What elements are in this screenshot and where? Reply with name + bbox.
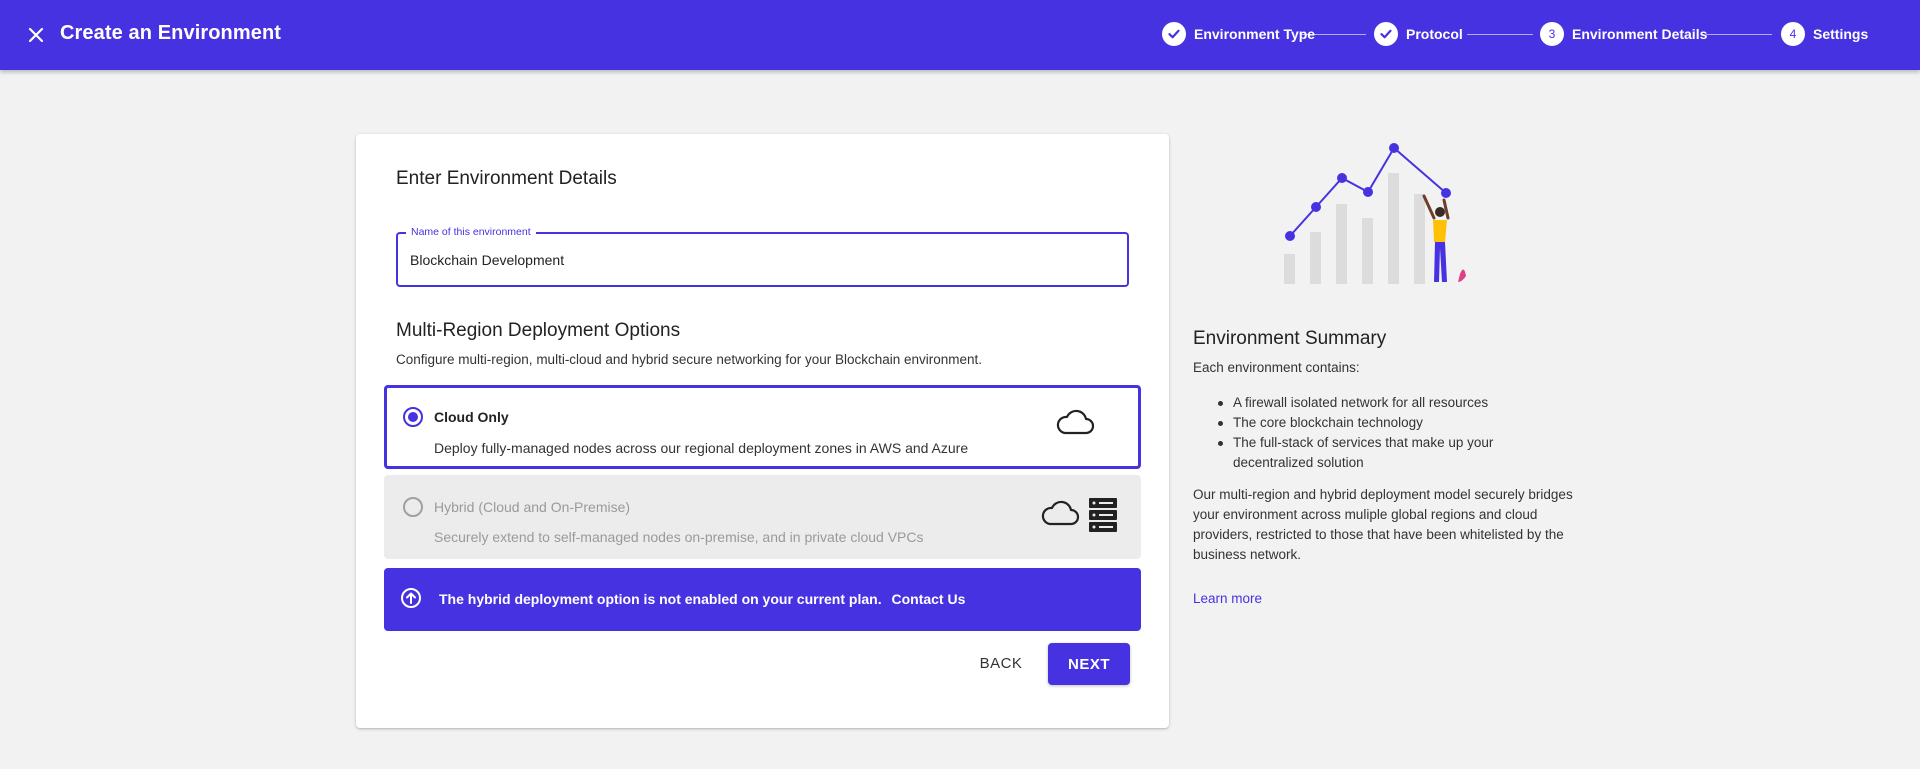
option-cloud-only[interactable]: Cloud Only Deploy fully-managed nodes ac… <box>384 385 1141 469</box>
cloud-icon <box>1040 499 1080 532</box>
option-title: Cloud Only <box>434 409 509 425</box>
step-label: Settings <box>1813 26 1869 42</box>
list-item: The full-stack of services that make up … <box>1193 433 1573 473</box>
learn-more-link[interactable]: Learn more <box>1193 591 1262 606</box>
list-item: The core blockchain technology <box>1193 413 1573 433</box>
step-settings[interactable]: 4 Settings <box>1781 22 1868 46</box>
banner-text: The hybrid deployment option is not enab… <box>439 591 965 607</box>
step-connector <box>1467 34 1533 35</box>
page-title: Create an Environment <box>60 22 282 44</box>
summary-list: A firewall isolated network for all reso… <box>1193 393 1573 473</box>
summary-body: Our multi-region and hybrid deployment m… <box>1193 487 1573 562</box>
upgrade-arrow-icon <box>400 587 422 614</box>
step-label: Environment Type <box>1194 26 1316 42</box>
step-number: 4 <box>1781 22 1805 46</box>
environment-name-field[interactable]: Name of this environment <box>396 226 1129 287</box>
contact-us-link[interactable]: Contact Us <box>891 591 965 607</box>
card-title: Enter Environment Details <box>396 168 617 189</box>
growth-chart-illustration <box>1278 136 1478 293</box>
step-protocol[interactable]: Protocol <box>1374 22 1463 46</box>
option-description: Deploy fully-managed nodes across our re… <box>434 440 969 456</box>
next-button[interactable]: NEXT <box>1048 643 1130 685</box>
back-button[interactable]: BACK <box>961 642 1041 684</box>
option-description: Securely extend to self-managed nodes on… <box>434 529 924 545</box>
step-connector <box>1706 34 1772 35</box>
plan-upgrade-banner: The hybrid deployment option is not enab… <box>384 568 1141 631</box>
section-description: Configure multi-region, multi-cloud and … <box>396 352 983 367</box>
environment-name-input[interactable] <box>410 250 1110 270</box>
radio-unselected[interactable] <box>403 497 423 517</box>
section-title: Multi-Region Deployment Options <box>396 320 681 341</box>
cloud-icon <box>1055 408 1095 441</box>
list-item: A firewall isolated network for all reso… <box>1193 393 1573 413</box>
option-hybrid[interactable]: Hybrid (Cloud and On-Premise) Securely e… <box>384 475 1141 559</box>
step-connector <box>1300 34 1366 35</box>
summary-title: Environment Summary <box>1193 328 1387 349</box>
step-environment-details[interactable]: 3 Environment Details <box>1540 22 1707 46</box>
check-icon <box>1374 22 1398 46</box>
server-icon <box>1088 497 1118 538</box>
environment-details-card: Enter Environment Details Name of this e… <box>356 134 1169 728</box>
step-label: Environment Details <box>1572 26 1708 42</box>
summary-intro: Each environment contains: <box>1193 360 1360 375</box>
close-icon[interactable] <box>24 23 48 47</box>
step-environment-type[interactable]: Environment Type <box>1162 22 1315 46</box>
step-label: Protocol <box>1406 26 1463 42</box>
top-app-bar: Create an Environment Environment Type P… <box>0 0 1920 70</box>
check-icon <box>1162 22 1186 46</box>
step-number: 3 <box>1540 22 1564 46</box>
banner-message: The hybrid deployment option is not enab… <box>439 591 882 607</box>
radio-selected[interactable] <box>403 407 423 427</box>
option-title: Hybrid (Cloud and On-Premise) <box>434 499 631 515</box>
field-label: Name of this environment <box>406 226 536 238</box>
